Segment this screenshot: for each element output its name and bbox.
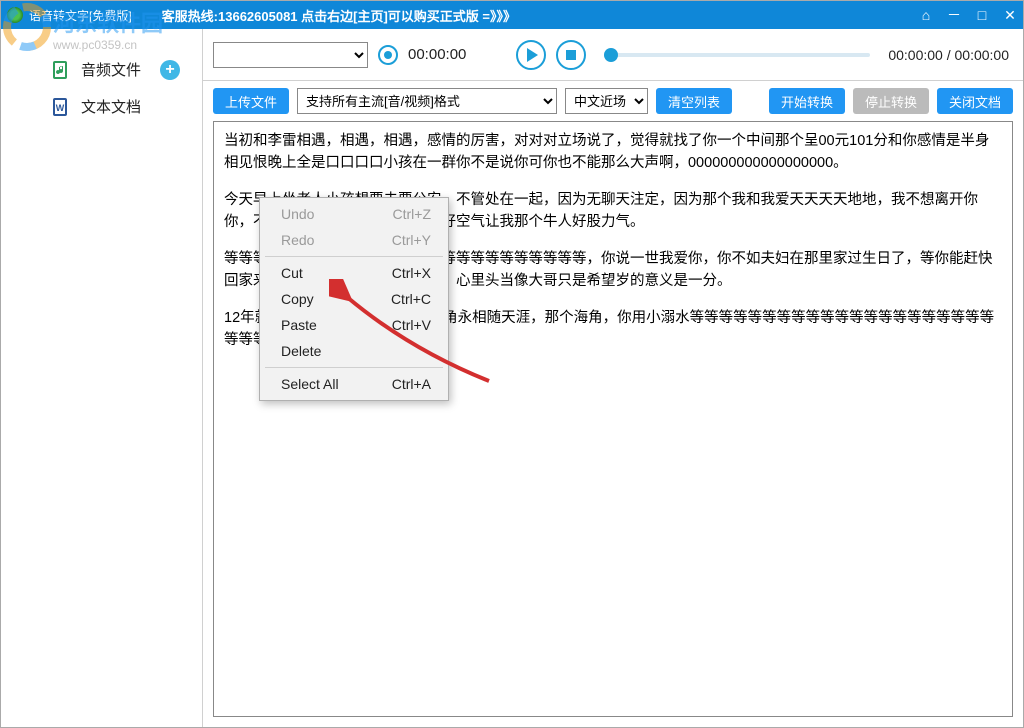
app-icon xyxy=(7,7,23,23)
ctx-cut[interactable]: CutCtrl+X xyxy=(263,260,445,286)
paragraph: 当初和李雷相遇，相遇，相遇，感情的厉害，对对对立场说了，觉得就找了你一个中间那个… xyxy=(224,130,1002,175)
play-button[interactable] xyxy=(516,40,546,70)
sidebar-item-doc[interactable]: W 文本文档 xyxy=(1,88,202,125)
ctx-undo: UndoCtrl+Z xyxy=(263,201,445,227)
file-dropdown[interactable] xyxy=(213,42,368,68)
ctx-copy[interactable]: CopyCtrl+C xyxy=(263,286,445,312)
start-convert-button[interactable]: 开始转换 xyxy=(769,88,845,114)
main-area: 音频文件 + W 文本文档 00:00:00 00:00:00 / 00:00:… xyxy=(1,29,1023,727)
ctx-separator xyxy=(265,256,443,257)
language-select[interactable]: 中文近场 xyxy=(565,88,648,114)
ctx-paste[interactable]: PasteCtrl+V xyxy=(263,312,445,338)
sidebar: 音频文件 + W 文本文档 xyxy=(1,29,203,727)
format-select[interactable]: 支持所有主流[音/视频]格式 xyxy=(297,88,557,114)
close-doc-button[interactable]: 关闭文档 xyxy=(937,88,1013,114)
audio-file-icon xyxy=(51,60,71,80)
toolbar: 上传文件 支持所有主流[音/视频]格式 中文近场 清空列表 开始转换 停止转换 … xyxy=(203,81,1023,121)
app-title: 语音转文字[免费版] xyxy=(29,7,132,24)
stop-convert-button[interactable]: 停止转换 xyxy=(853,88,929,114)
sidebar-doc-label: 文本文档 xyxy=(81,96,141,117)
titlebar: 语音转文字[免费版] 客服热线:13662605081 点击右边[主页]可以购买… xyxy=(1,1,1023,29)
player-bar: 00:00:00 00:00:00 / 00:00:00 xyxy=(203,29,1023,81)
ctx-select-all[interactable]: Select AllCtrl+A xyxy=(263,371,445,397)
text-doc-icon: W xyxy=(51,97,71,117)
maximize-button[interactable]: □ xyxy=(975,8,989,22)
record-button[interactable] xyxy=(378,45,398,65)
ctx-redo: RedoCtrl+Y xyxy=(263,227,445,253)
duration-label: 00:00:00 / 00:00:00 xyxy=(888,47,1009,63)
hotline-text: 客服热线:13662605081 点击右边[主页]可以购买正式版 =》》》 xyxy=(162,6,919,25)
ctx-separator xyxy=(265,367,443,368)
stop-button[interactable] xyxy=(556,40,586,70)
context-menu: UndoCtrl+Z RedoCtrl+Y CutCtrl+X CopyCtrl… xyxy=(259,197,449,401)
sidebar-item-audio[interactable]: 音频文件 + xyxy=(1,51,202,88)
home-button[interactable]: ⌂ xyxy=(919,8,933,22)
close-button[interactable]: ✕ xyxy=(1003,8,1017,22)
window-buttons: ⌂ － □ ✕ xyxy=(919,8,1017,22)
minimize-button[interactable]: － xyxy=(947,8,961,22)
clear-list-button[interactable]: 清空列表 xyxy=(656,88,732,114)
svg-text:W: W xyxy=(56,103,65,113)
progress-bar[interactable] xyxy=(604,53,870,57)
upload-button[interactable]: 上传文件 xyxy=(213,88,289,114)
ctx-delete[interactable]: Delete xyxy=(263,338,445,364)
record-time: 00:00:00 xyxy=(408,46,466,63)
sidebar-audio-label: 音频文件 xyxy=(81,59,141,80)
add-audio-icon[interactable]: + xyxy=(160,60,180,80)
